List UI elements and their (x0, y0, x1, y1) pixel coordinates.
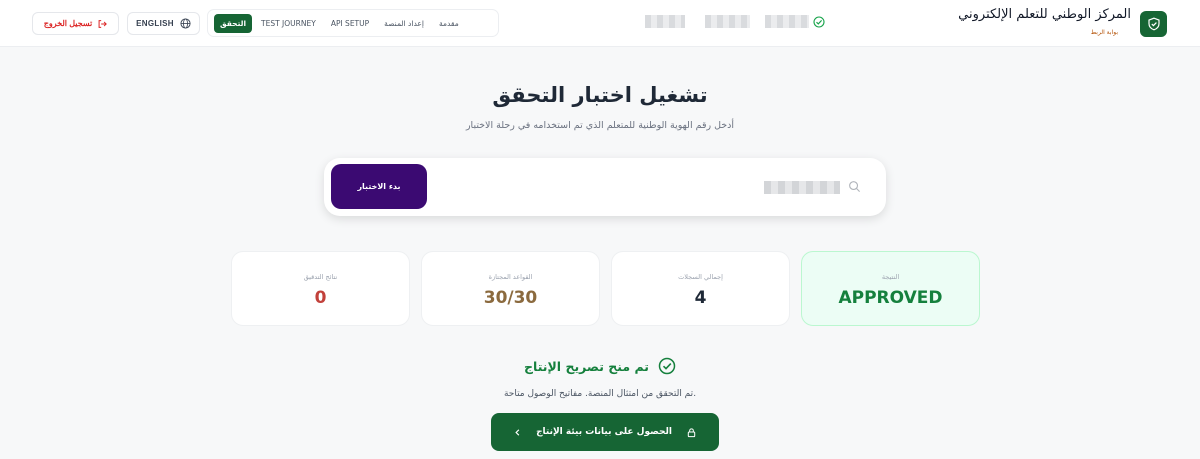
lock-icon (687, 427, 696, 437)
tab-verification[interactable]: التحقق (214, 13, 253, 33)
chevron-left-icon (515, 428, 520, 436)
language-label: ENGLISH (136, 19, 174, 28)
approval-description: تم التحقق من امتثال المنصة. مفاتيح الوصو… (503, 389, 697, 399)
page-subtitle: أدخل رقم الهوية الوطنية للمتعلم الذي تم … (465, 120, 735, 131)
start-test-button[interactable]: بدء الاختبار (331, 164, 427, 209)
tab-api-setup[interactable]: API SETUP (325, 14, 375, 33)
status-badge: APPROVED (838, 288, 943, 308)
redacted-user-info (645, 15, 685, 28)
brand-subtitle: بوابة الربط (1090, 29, 1118, 36)
national-id-search-card: بدء الاختبار (324, 158, 886, 216)
stat-label: إجمالي السجلات (678, 273, 723, 281)
tab-introduction[interactable]: مقدمة (433, 14, 465, 33)
language-toggle-button[interactable]: ENGLISH (127, 12, 200, 35)
brand-logo (1140, 11, 1167, 37)
get-production-credentials-button[interactable]: الحصول على بيانات بيئة الإنتاج (491, 413, 719, 451)
logout-icon (98, 19, 108, 28)
logout-label: تسجيل الخروج (43, 19, 93, 28)
tab-platform-setup[interactable]: إعداد المنصة (378, 14, 430, 33)
total-records-card: إجمالي السجلات 4 (611, 251, 790, 326)
search-icon (849, 181, 861, 193)
globe-icon (180, 18, 191, 29)
stat-value: 0 (314, 288, 327, 308)
stat-value: 4 (694, 288, 707, 308)
brand-title: المركز الوطني للتعلم الإلكتروني (958, 7, 1131, 22)
stat-value: 30/30 (483, 288, 538, 308)
verified-icon (813, 16, 825, 28)
approval-title: تم منح تصريح الإنتاج (524, 358, 649, 374)
audit-findings-card: نتائج التدقيق 0 (231, 251, 410, 326)
logout-button[interactable]: تسجيل الخروج (32, 12, 119, 35)
approval-heading: تم منح تصريح الإنتاج (0, 357, 1200, 375)
top-header: تسجيل الخروج ENGLISH التحقق TEST JOURNEY… (0, 0, 1200, 47)
redacted-user-info (765, 15, 809, 28)
page-title: تشغيل اختبار التحقق (492, 83, 708, 107)
result-card: النتيجة APPROVED (801, 251, 980, 326)
redacted-user-info (705, 15, 750, 28)
tab-test-journey[interactable]: TEST JOURNEY (255, 14, 322, 33)
stat-label: نتائج التدقيق (303, 273, 338, 281)
production-button-label: الحصول على بيانات بيئة الإنتاج (536, 427, 672, 437)
shield-check-icon (1147, 17, 1160, 31)
national-id-input[interactable] (764, 181, 840, 194)
rules-passed-card: القواعد المجتازة 30/30 (421, 251, 600, 326)
stat-label: القواعد المجتازة (488, 273, 533, 281)
main-nav: التحقق TEST JOURNEY API SETUP إعداد المن… (207, 9, 499, 37)
stat-label: النتيجة (881, 273, 900, 281)
check-circle-icon (658, 357, 676, 375)
